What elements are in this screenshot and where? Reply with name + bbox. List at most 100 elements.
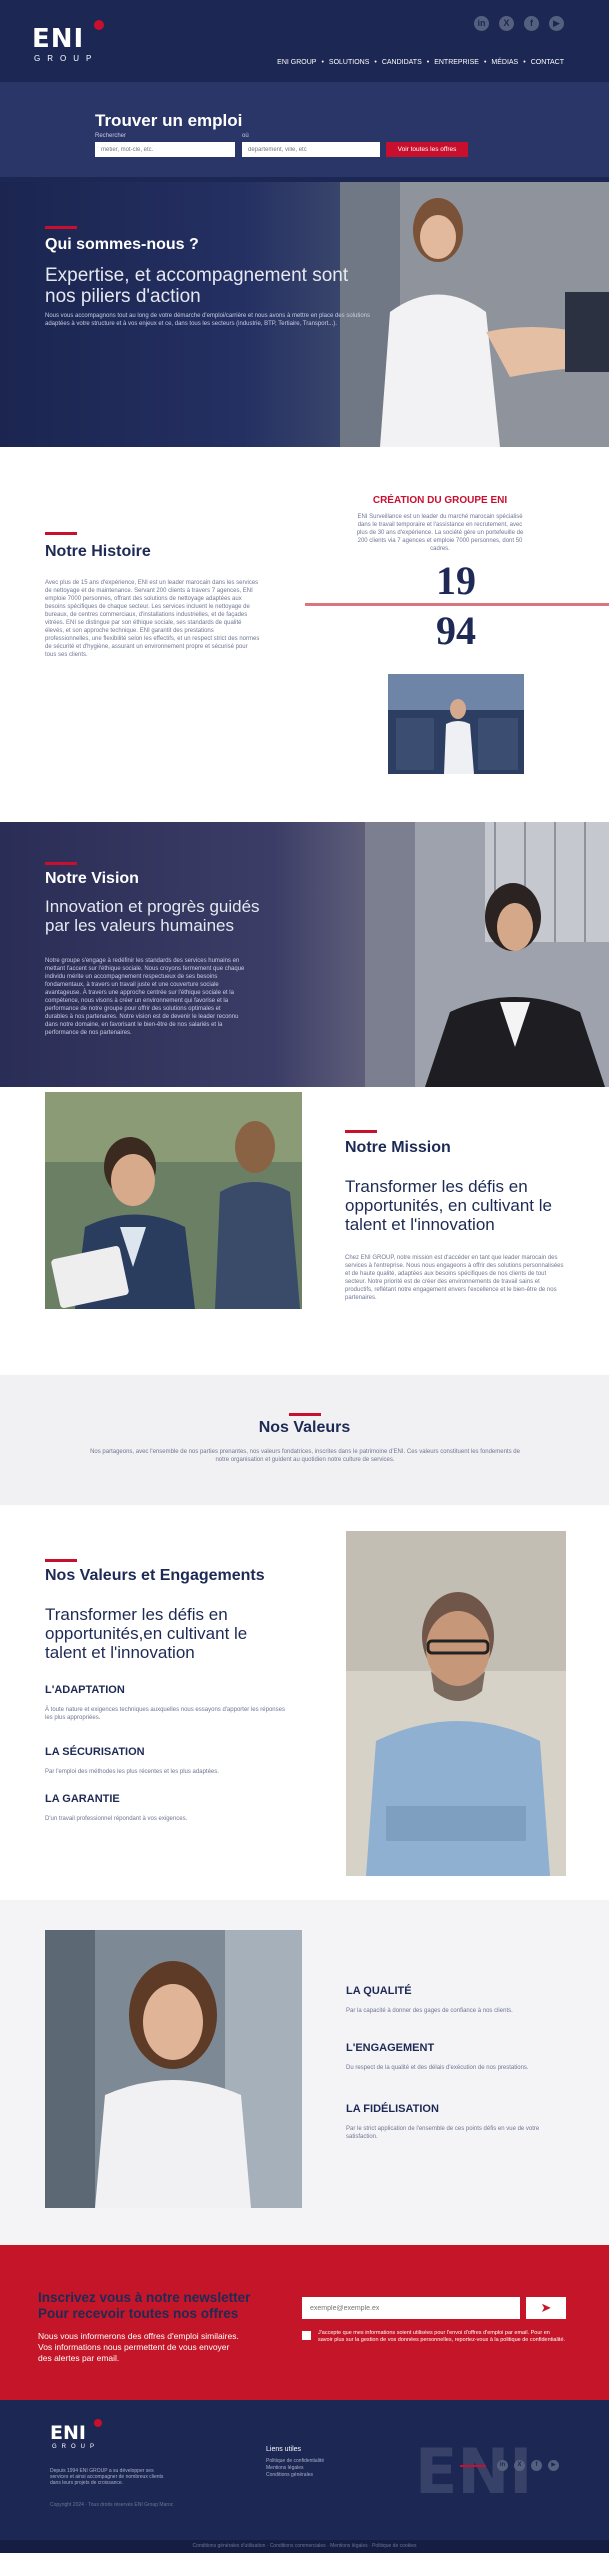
- x-icon[interactable]: X: [499, 16, 514, 31]
- page: ENI GROUP in X f ▶ ENI GROUP • SOLUTIONS…: [0, 0, 609, 2553]
- about-lead: Expertise, et accompagnement sont nos pi…: [45, 265, 349, 307]
- footer-socials: in X f ▶: [497, 2460, 559, 2471]
- footer-link[interactable]: Conditions générales: [266, 2472, 324, 2479]
- values-continued-section: LA QUALITÉ Par la capacité à donner des …: [0, 1900, 609, 2245]
- footer-link[interactable]: Politique de confidentialité: [266, 2458, 324, 2465]
- linkedin-icon[interactable]: in: [474, 16, 489, 31]
- logo-dot-icon: [94, 20, 104, 30]
- see-all-offers-button[interactable]: Voir toutes les offres: [386, 142, 468, 157]
- bottom-bar: Conditions générales d'utilisation · Con…: [0, 2540, 609, 2553]
- bottom-bar-links[interactable]: Conditions générales d'utilisation · Con…: [0, 2543, 609, 2549]
- facebook-icon[interactable]: f: [531, 2460, 542, 2471]
- newsletter-title-line-2: Pour recevoir toutes nos offres: [38, 2306, 239, 2321]
- history-section: Notre Histoire Avec plus de 15 ans d'exp…: [0, 447, 609, 822]
- newsletter-body-line-2: Vos informations nous permettent de vous…: [38, 2342, 230, 2352]
- nav-separator: •: [483, 59, 487, 66]
- nav-separator: •: [523, 59, 526, 66]
- nav-separator: •: [374, 59, 377, 66]
- mission-body: Chez ENI GROUP, notre mission est d'accé…: [345, 1255, 564, 1301]
- footer-links: Politique de confidentialité Mentions lé…: [266, 2458, 324, 2479]
- values-title: Nos Valeurs: [258, 1419, 351, 1436]
- values-section: Nos Valeurs Nos partageons, avec l'ensem…: [0, 1375, 609, 1505]
- facebook-icon[interactable]: f: [524, 16, 539, 31]
- site-header: ENI GROUP in X f ▶ ENI GROUP • SOLUTIONS…: [0, 0, 609, 82]
- site-footer: ENI ENI GROUP Depuis 1994 ENI GROUP a su…: [0, 2400, 609, 2540]
- send-icon[interactable]: ➤: [526, 2297, 566, 2319]
- nav-contact[interactable]: CONTACT: [531, 59, 564, 66]
- year-top: 19: [436, 558, 476, 603]
- smiling-man-photo: [346, 1531, 566, 1876]
- consent-text: J'accepte que mes informations soient ut…: [318, 2330, 566, 2343]
- footer-accent: [460, 2465, 486, 2467]
- year-divider: [305, 603, 609, 606]
- search-title: Trouver un emploi: [95, 111, 243, 130]
- about-body: Nous vous accompagnons tout au long de v…: [45, 313, 370, 327]
- value-text-adaptation: À toute nature et exigences techniques a…: [45, 1707, 285, 1721]
- value-text-engagement: Du respect de la qualité et des délais d…: [346, 2065, 529, 2071]
- newsletter-email-input[interactable]: [302, 2297, 520, 2319]
- value-title-securisation: LA SÉCURISATION: [45, 1746, 145, 1758]
- section-accent: [45, 226, 77, 229]
- value-text-securisation: Par l'emploi des méthodes les plus récen…: [45, 1769, 219, 1775]
- vision-title: Notre Vision: [45, 870, 139, 887]
- value-text-garantie: D'un travail professionnel répondant à v…: [45, 1816, 188, 1822]
- footer-logo-dot-icon: [94, 2419, 102, 2427]
- footer-links-title: Liens utiles: [266, 2446, 302, 2453]
- newsletter-section: Inscrivez vous à notre newsletter Pour r…: [0, 2245, 609, 2400]
- location-input[interactable]: [242, 142, 380, 157]
- value-text-qualite: Par la capacité à donner des gages de co…: [346, 2008, 513, 2014]
- x-icon[interactable]: X: [514, 2460, 525, 2471]
- nav-solutions[interactable]: SOLUTIONS: [329, 59, 369, 66]
- job-search: Trouver un emploi Rechercher où Voir tou…: [0, 82, 609, 182]
- engagements-title: Nos Valeurs et Engagements: [45, 1567, 265, 1584]
- section-accent: [289, 1413, 321, 1416]
- vision-lead: Innovation et progrès guidés par les val…: [45, 897, 260, 935]
- vision-body: Notre groupe s'engage à redéfinir les st…: [45, 958, 245, 1036]
- mission-lead: Transformer les défis en opportunités, e…: [345, 1177, 552, 1234]
- nav-eni-group[interactable]: ENI GROUP: [277, 59, 316, 66]
- values-body: Nos partageons, avec l'ensemble de nos p…: [90, 1449, 520, 1463]
- newsletter-title-line-1: Inscrivez vous à notre newsletter: [38, 2290, 251, 2305]
- nav-separator: •: [426, 59, 430, 66]
- youtube-icon[interactable]: ▶: [548, 2460, 559, 2471]
- office-photo: [388, 674, 524, 774]
- logo-subtitle: GROUP: [34, 54, 99, 63]
- footer-body: Depuis 1994 ENI GROUP a su développer se…: [50, 2468, 164, 2486]
- nav-candidats[interactable]: CANDIDATS: [382, 59, 422, 66]
- footer-watermark-logo: ENI: [415, 2435, 533, 2508]
- mission-title: Notre Mission: [345, 1139, 451, 1156]
- footer-logo-text: ENI: [50, 2422, 86, 2444]
- value-title-qualite: LA QUALITÉ: [346, 1985, 412, 1997]
- handshake-photo: [340, 182, 609, 447]
- logo-text: ENI: [32, 24, 85, 54]
- creation-title: CRÉATION DU GROUPE ENI: [372, 495, 508, 506]
- vision-section: Notre Vision Innovation et progrès guidé…: [0, 822, 609, 1087]
- history-title: Notre Histoire: [45, 543, 151, 560]
- mission-section: Notre Mission Transformer les défis en o…: [0, 1087, 609, 1375]
- location-label: où: [242, 133, 249, 139]
- header-socials: in X f ▶: [474, 16, 564, 31]
- creation-body: ENI Surveillance est un leader du marché…: [356, 514, 524, 552]
- keyword-input[interactable]: [95, 142, 235, 157]
- consent-checkbox[interactable]: [302, 2331, 311, 2340]
- footer-logo[interactable]: ENI GROUP: [50, 2419, 120, 2462]
- nav-separator: •: [321, 59, 324, 66]
- newsletter-body-line-1: Nous vous informerons des offres d'emplo…: [38, 2331, 239, 2341]
- nav-medias[interactable]: MÉDIAS: [491, 59, 518, 66]
- about-title: Qui sommes-nous ?: [45, 236, 199, 253]
- value-title-fidelisation: LA FIDÉLISATION: [346, 2103, 439, 2115]
- footer-link[interactable]: Mentions légales: [266, 2465, 324, 2472]
- keyword-label: Rechercher: [95, 133, 127, 139]
- section-accent: [45, 1559, 77, 1562]
- nav-entreprise[interactable]: ENTREPRISE: [434, 59, 479, 66]
- main-nav: ENI GROUP • SOLUTIONS • CANDIDATS • ENTR…: [277, 59, 564, 66]
- history-body: Avec plus de 15 ans d'expérience, ENI es…: [45, 580, 260, 658]
- linkedin-icon[interactable]: in: [497, 2460, 508, 2471]
- value-title-garantie: LA GARANTIE: [45, 1793, 120, 1805]
- logo[interactable]: ENI GROUP: [32, 20, 122, 68]
- value-title-adaptation: L'ADAPTATION: [45, 1684, 125, 1696]
- value-title-engagement: L'ENGAGEMENT: [346, 2042, 435, 2054]
- section-accent: [45, 532, 77, 535]
- engagements-section: Nos Valeurs et Engagements Transformer l…: [0, 1505, 609, 1900]
- youtube-icon[interactable]: ▶: [549, 16, 564, 31]
